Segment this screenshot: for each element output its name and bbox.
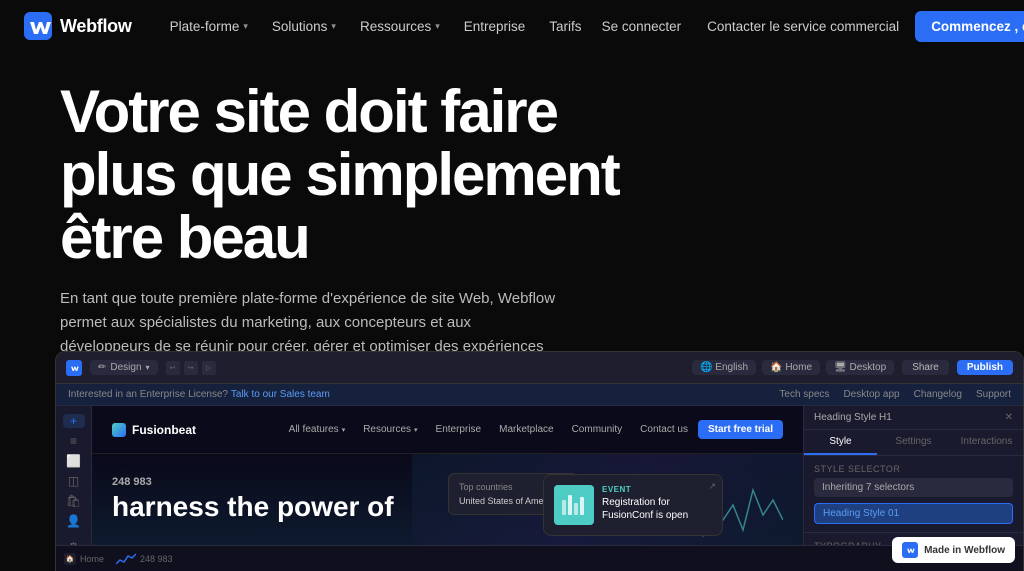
editor-notice-link[interactable]: Talk to our Sales team — [231, 389, 330, 400]
panel-heading-row: Heading Style H1 ✕ — [804, 406, 1023, 430]
external-link-icon[interactable]: ↗ — [708, 481, 716, 492]
chevron-icon: ▾ — [414, 426, 418, 434]
home-indicator: 🏠 Home — [64, 553, 104, 565]
site-inner: Fusionbeat All features ▾ Resources ▾ — [92, 406, 803, 545]
tab-settings[interactable]: Settings — [877, 430, 950, 455]
event-popup: EVENT Registration for FusionConf is ope… — [543, 474, 723, 536]
hero-stat: 248 983 — [112, 476, 394, 488]
editor-home-pill[interactable]: 🏠 Home — [762, 360, 820, 375]
event-popup-content: EVENT Registration for FusionConf is ope… — [602, 485, 712, 525]
editor-topbar: ✏ Design ▾ ↩ ↪ ▷ 🌐 English — [56, 352, 1023, 384]
editor-toolbar-icon1[interactable]: ↩ — [166, 361, 180, 375]
desktop-app-link[interactable]: Desktop app — [843, 389, 899, 400]
site-nav-contact[interactable]: Contact us — [632, 420, 696, 439]
nav-item-entreprise[interactable]: Entreprise — [454, 13, 536, 40]
chevron-down-icon: ▾ — [331, 21, 336, 32]
panel-style-selector-label: Style selector — [814, 464, 1013, 474]
analytics-stat: 248 983 — [116, 552, 173, 566]
editor-wrapper: ✏ Design ▾ ↩ ↪ ▷ 🌐 English — [56, 352, 1023, 571]
made-in-webflow-badge[interactable]: Made in Webflow — [892, 537, 1015, 563]
main-nav: Webflow Plate-forme ▾ Solutions ▾ Ressou… — [0, 0, 1024, 52]
chevron-down-icon: ▾ — [243, 21, 248, 32]
event-badge: EVENT — [602, 485, 712, 494]
editor-notice-bar: Interested in an Enterprise License? Tal… — [56, 384, 1023, 406]
editor-share-button[interactable]: Share — [902, 360, 949, 375]
close-icon[interactable]: ✕ — [1005, 412, 1013, 423]
home-icon: 🏠 — [64, 553, 76, 565]
site-nav-links: All features ▾ Resources ▾ Enterprise Ma… — [281, 420, 783, 439]
panel-selector-highlight[interactable]: Heading Style 01 — [814, 503, 1013, 524]
nav-item-tarifs[interactable]: Tarifs — [539, 13, 591, 40]
globe-icon: 🌐 — [700, 362, 712, 373]
changelog-link[interactable]: Changelog — [914, 389, 962, 400]
desktop-icon: 🖥 — [834, 362, 847, 373]
site-nav-all-features[interactable]: All features ▾ — [281, 420, 354, 439]
editor-left-sidebar: + ≡ ⬜ ◫ 🛍 👤 ⚙ — [56, 406, 92, 545]
sidebar-layers-icon[interactable]: ≡ — [63, 434, 85, 448]
sidebar-assets-icon[interactable]: ⬜ — [63, 454, 85, 468]
nav-cta-button[interactable]: Commencez , c'est gratuit — [915, 11, 1024, 42]
nav-items: Plate-forme ▾ Solutions ▾ Ressources ▾ E… — [160, 13, 592, 40]
chart-icon — [116, 552, 136, 566]
site-nav-community[interactable]: Community — [564, 420, 631, 439]
panel-tabs: Style Settings Interactions — [804, 430, 1023, 456]
sidebar-ecom-icon[interactable]: 🛍 — [63, 494, 85, 508]
editor-bottom-bar: 🏠 Home 248 983 — [56, 545, 1023, 571]
webflow-icon — [902, 542, 918, 558]
editor-desktop-pill[interactable]: 🖥 Desktop — [826, 360, 894, 375]
tab-style[interactable]: Style — [804, 430, 877, 455]
editor-notice-right: Tech specs Desktop app Changelog Support — [779, 389, 1011, 400]
nav-logo-text: Webflow — [60, 16, 132, 37]
editor-logo-icon — [66, 360, 82, 376]
site-nav-marketplace[interactable]: Marketplace — [491, 420, 561, 439]
site-nav: Fusionbeat All features ▾ Resources ▾ — [92, 406, 803, 454]
site-nav-enterprise[interactable]: Enterprise — [428, 420, 490, 439]
pencil-icon: ✏ — [98, 362, 106, 373]
sidebar-users-icon[interactable]: 👤 — [63, 514, 85, 528]
nav-item-solutions[interactable]: Solutions ▾ — [262, 13, 346, 40]
editor-toolbar-icon2[interactable]: ↪ — [184, 361, 198, 375]
event-popup-image — [554, 485, 594, 525]
site-nav-resources[interactable]: Resources ▾ — [355, 420, 425, 439]
tab-interactions[interactable]: Interactions — [950, 430, 1023, 455]
site-hero-text: 248 983 harness the power of — [112, 476, 394, 523]
editor-publish-button[interactable]: Publish — [957, 360, 1013, 375]
tech-specs-link[interactable]: Tech specs — [779, 389, 829, 400]
site-logo: Fusionbeat — [112, 423, 196, 437]
site-logo-icon — [112, 423, 126, 437]
panel-style-section: Style selector Inheriting 7 selectors He… — [804, 456, 1023, 533]
editor-canvas: Fusionbeat All features ▾ Resources ▾ — [92, 406, 803, 545]
editor-screenshot: ✏ Design ▾ ↩ ↪ ▷ 🌐 English — [55, 351, 1024, 571]
nav-right: Se connecter Contacter le service commer… — [592, 11, 1024, 42]
nav-item-plateforme[interactable]: Plate-forme ▾ — [160, 13, 258, 40]
chevron-down-icon: ▾ — [146, 363, 150, 372]
nav-se-connecter[interactable]: Se connecter — [592, 13, 692, 40]
editor-right-panel: Heading Style H1 ✕ Style Settings Intera… — [803, 406, 1023, 545]
editor-toolbar-icon3[interactable]: ▷ — [202, 361, 216, 375]
site-nav-cta[interactable]: Start free trial — [698, 420, 783, 439]
panel-selector-sub: Inheriting 7 selectors — [814, 478, 1013, 497]
editor-lang-pill[interactable]: 🌐 English — [692, 360, 756, 375]
nav-item-ressources[interactable]: Ressources ▾ — [350, 13, 450, 40]
chevron-down-icon: ▾ — [435, 21, 440, 32]
event-title: Registration for FusionConf is open — [602, 496, 712, 522]
hero-title: Votre site doit faire plus que simplemen… — [60, 80, 680, 269]
support-link[interactable]: Support — [976, 389, 1011, 400]
chevron-icon: ▾ — [342, 426, 346, 434]
sidebar-add-icon[interactable]: + — [63, 414, 85, 428]
sidebar-cms-icon[interactable]: ◫ — [63, 474, 85, 488]
nav-logo[interactable]: Webflow — [24, 12, 132, 40]
editor-design-tab[interactable]: ✏ Design ▾ — [90, 360, 158, 375]
nav-contact-commercial[interactable]: Contacter le service commercial — [697, 13, 909, 40]
home-icon: 🏠 — [770, 362, 782, 373]
editor-main: + ≡ ⬜ ◫ 🛍 👤 ⚙ Fusionbeat — [56, 406, 1023, 545]
